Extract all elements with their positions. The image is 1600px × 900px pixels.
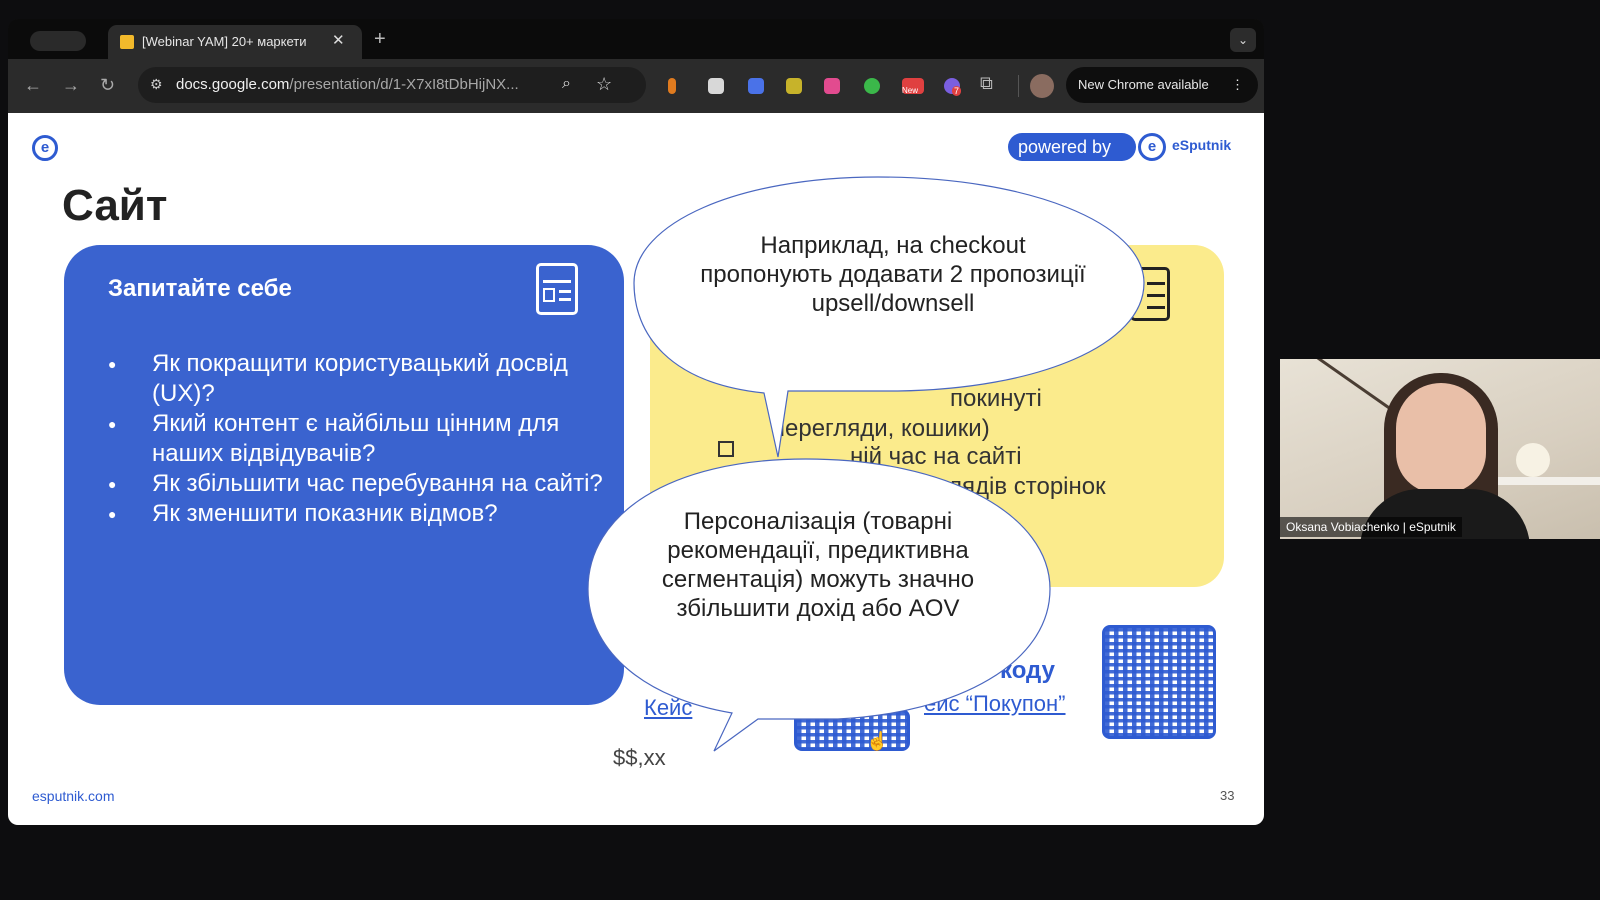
extension-icon[interactable] — [668, 78, 676, 94]
more-vert-icon: ⋮ — [1231, 77, 1244, 92]
bubble-2-text: Персоналізація (товарні рекомендації, пр… — [661, 508, 975, 622]
zoom-icon[interactable]: ⌕ — [562, 75, 571, 93]
slides-icon — [120, 35, 134, 49]
extension-badge-icon[interactable]: 7 — [944, 78, 962, 96]
puzzle-icon[interactable]: ⧉ — [980, 73, 993, 94]
url-text: docs.google.com/presentation/d/1-X7xI8tD… — [176, 76, 519, 93]
participant-face — [1396, 383, 1486, 493]
lamp — [1516, 443, 1550, 477]
bubble-1-text: Наприклад, на checkout пропонують додава… — [700, 232, 1086, 317]
site-settings-icon[interactable]: ⚙ — [150, 76, 163, 93]
chevron-down-icon[interactable]: ⌄ — [1230, 28, 1256, 52]
tab-strip: [Webinar YAM] 20+ маркети ✕ + ⌄ — [8, 19, 1264, 59]
back-icon[interactable]: ← — [24, 75, 42, 96]
extension-icon[interactable] — [748, 78, 764, 94]
participant-name: Oksana Vobiachenko | eSputnik — [1280, 517, 1462, 537]
tab-title: [Webinar YAM] 20+ маркети — [142, 34, 307, 49]
address-bar[interactable]: ⚙ docs.google.com/presentation/d/1-X7xI8… — [138, 67, 646, 103]
close-icon[interactable]: ✕ — [332, 31, 345, 49]
toolbar: ← → ↻ ⚙ docs.google.com/presentation/d/1… — [8, 59, 1264, 113]
extension-icon[interactable] — [824, 78, 840, 94]
new-chrome-button[interactable]: New Chrome available ⋮ — [1066, 67, 1258, 103]
extension-new-icon[interactable]: New — [902, 78, 924, 95]
page-number: 33 — [1220, 788, 1235, 803]
speech-bubbles — [587, 176, 1145, 752]
browser-window: [Webinar YAM] 20+ маркети ✕ + ⌄ ← → ↻ ⚙ … — [8, 19, 1264, 825]
profile-pill[interactable] — [30, 31, 86, 51]
extension-icon[interactable] — [864, 78, 880, 94]
hand-cursor-icon: ☝ — [866, 731, 889, 751]
participant-video[interactable]: Oksana Vobiachenko | eSputnik — [1280, 359, 1600, 539]
extension-icon[interactable] — [708, 78, 724, 94]
extension-icon[interactable] — [786, 78, 802, 94]
new-tab-button[interactable]: + — [374, 28, 386, 51]
forward-icon[interactable]: → — [62, 75, 80, 96]
bookmark-star-icon[interactable]: ☆ — [596, 74, 612, 95]
presentation-slide: e powered by e eSputnik Сайт Запитайте с… — [8, 113, 1264, 825]
footer-website[interactable]: esputnik.com — [32, 788, 114, 804]
avatar[interactable] — [1030, 74, 1054, 98]
toolbar-divider — [1018, 75, 1019, 97]
reload-icon[interactable]: ↻ — [100, 75, 115, 96]
shelf — [1490, 477, 1600, 485]
tab-active[interactable]: [Webinar YAM] 20+ маркети ✕ — [108, 25, 362, 59]
